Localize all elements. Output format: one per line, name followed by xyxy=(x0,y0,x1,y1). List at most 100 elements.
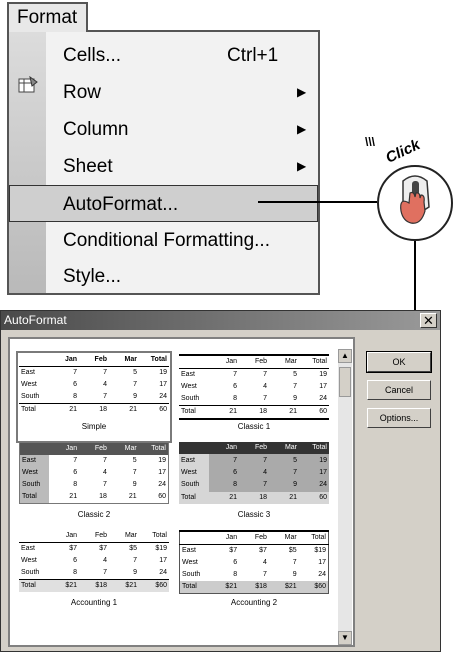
sample-cell: 5 xyxy=(133,369,137,376)
sample-cell: 9 xyxy=(292,571,297,578)
format-name: Accounting 2 xyxy=(230,598,278,607)
sample-cell: 4 xyxy=(239,466,269,480)
sample-row: Jan Feb Mar Total xyxy=(179,530,329,545)
sample-row: East $7 $7 $5 $19 xyxy=(180,545,329,558)
menu-format[interactable]: Format xyxy=(7,2,88,32)
sample-cell: Mar xyxy=(268,530,299,545)
menu-item-autoformat[interactable]: AutoFormat... xyxy=(9,185,318,222)
sample-row: East 7 7 5 19 xyxy=(179,369,329,382)
sample-cell: 21 xyxy=(49,403,79,416)
format-name: Accounting 1 xyxy=(70,598,118,607)
sample-row: West 6 4 7 17 xyxy=(179,466,329,480)
menu-item-row[interactable]: Row ▶ xyxy=(47,74,318,111)
cancel-button[interactable]: Cancel xyxy=(367,380,431,400)
sample-row: West 6 4 7 17 xyxy=(19,555,169,567)
menu-item-label: Cells... xyxy=(63,45,122,66)
sample-cell xyxy=(19,530,49,543)
sample-cell: Jan xyxy=(209,442,239,455)
menu-item-label: Sheet xyxy=(63,156,113,177)
sample-cell: Mar xyxy=(108,442,139,455)
format-option[interactable]: Jan Feb Mar Total East $7 $7 $5 $19 West 6 4 7 17 Sout… xyxy=(179,530,329,616)
gallery-scrollbar[interactable]: ▲ ▼ xyxy=(338,349,352,645)
sample-row: East 7 7 5 19 xyxy=(179,454,329,467)
sample-cell: $5 xyxy=(129,545,137,552)
sample-cell: 60 xyxy=(139,403,169,416)
sample-cell: 8 xyxy=(73,569,77,576)
sample-cell: $60 xyxy=(139,579,169,592)
sample-cell: Total xyxy=(179,405,209,420)
sample-cell: East xyxy=(19,455,50,467)
sample-cell: 7 xyxy=(103,369,107,376)
menu-icon-strip xyxy=(9,32,46,293)
menu-item-cells[interactable]: Cells... Ctrl+1 xyxy=(47,37,318,74)
menu-item-label: Conditional Formatting... xyxy=(63,230,270,251)
format-option[interactable]: Jan Feb Mar Total East 7 7 5 19 West 6 4 7 17 South 8 7 9… xyxy=(19,442,169,528)
format-name: Classic 3 xyxy=(237,510,271,519)
sample-cell: $18 xyxy=(79,579,109,592)
menu-item-label: Style... xyxy=(63,266,122,287)
sample-cell: 21 xyxy=(128,493,137,500)
scroll-thumb[interactable] xyxy=(339,367,351,397)
submenu-arrow-icon: ▶ xyxy=(297,122,307,136)
sample-cell: 24 xyxy=(318,571,326,578)
sample-cell: Total xyxy=(179,581,210,594)
options-button[interactable]: Options... xyxy=(367,408,431,428)
autoformat-dialog: AutoFormat ✕ ▲ ▼ Jan Feb Mar Total East 7 7 5 19… xyxy=(0,310,441,652)
sample-cell: 7 xyxy=(263,395,267,402)
sample-cell: 6 xyxy=(209,466,239,480)
format-sample-table: Jan Feb Mar Total East $7 $7 $5 $19 West 6 4 7 17 Sout… xyxy=(179,530,329,594)
format-option[interactable]: Jan Feb Mar Total East 7 7 5 19 West 6 4 7 17 South 8 7 9… xyxy=(16,351,172,443)
sample-cell: Jan xyxy=(209,354,239,369)
scroll-up-icon[interactable]: ▲ xyxy=(338,349,352,363)
sample-cell: 24 xyxy=(299,479,329,492)
sample-cell: 7 xyxy=(292,559,297,566)
sample-cell: 8 xyxy=(73,481,78,488)
sample-cell: 17 xyxy=(158,469,166,476)
format-menu: Cells... Ctrl+1 Row ▶ Column ▶ Sheet ▶ A… xyxy=(7,30,320,295)
close-button[interactable]: ✕ xyxy=(420,313,437,328)
menu-item-conditional-formatting[interactable]: Conditional Formatting... xyxy=(47,222,318,259)
sample-row: East 7 7 5 19 xyxy=(19,455,169,467)
sample-cell: 18 xyxy=(99,493,107,500)
menu-item-style[interactable]: Style... xyxy=(47,258,318,295)
dialog-titlebar[interactable]: AutoFormat ✕ xyxy=(1,311,440,330)
format-option[interactable]: Jan Feb Mar Total East 7 7 5 19 West 6 4 7 17 South 8 7 9… xyxy=(179,354,329,440)
sample-cell: Feb xyxy=(79,442,109,455)
sample-cell: 21 xyxy=(269,405,299,420)
format-option[interactable]: Jan Feb Mar Total East 7 7 5 19 West 6 4 7 17 South 8 7 9… xyxy=(179,442,329,528)
click-label: Click xyxy=(383,136,423,167)
sample-row: Total $21 $18 $21 $60 xyxy=(19,579,169,592)
format-option[interactable]: Jan Feb Mar Total East $7 $7 $5 $19 West 6 4 7 17 Sout… xyxy=(19,530,169,616)
menu-item-column[interactable]: Column ▶ xyxy=(47,111,318,148)
sample-cell: East xyxy=(182,547,197,554)
sample-cell: 4 xyxy=(263,383,267,390)
menu-item-sheet[interactable]: Sheet ▶ xyxy=(47,148,318,185)
sample-cell: Mar xyxy=(269,442,299,455)
sample-cell: Total xyxy=(138,442,169,455)
sample-cell: 19 xyxy=(299,454,329,467)
sample-cell: 17 xyxy=(159,381,167,388)
sample-cell: $21 xyxy=(209,581,240,594)
menu-item-label: Column xyxy=(63,119,129,140)
ok-button[interactable]: OK xyxy=(366,351,432,373)
sample-cell: 7 xyxy=(209,454,239,467)
sample-cell: 4 xyxy=(102,469,107,476)
sample-cell: Mar xyxy=(269,354,299,369)
click-callout xyxy=(377,165,453,241)
sample-cell: 8 xyxy=(233,571,238,578)
sample-cell: 60 xyxy=(299,405,329,420)
sample-cell: 8 xyxy=(233,395,237,402)
sample-cell: 60 xyxy=(299,491,329,504)
sample-row: South 8 7 9 24 xyxy=(19,567,169,580)
sample-cell: South xyxy=(19,479,50,491)
sample-cell: 4 xyxy=(262,559,267,566)
sample-cell: 17 xyxy=(319,383,327,390)
sample-cell: 21 xyxy=(209,491,239,504)
sample-cell: 6 xyxy=(73,381,77,388)
sample-cell: 9 xyxy=(269,479,299,492)
sample-cell: 9 xyxy=(132,481,137,488)
sample-cell: West xyxy=(19,467,50,479)
scroll-down-icon[interactable]: ▼ xyxy=(338,631,352,645)
menu-item-label: Row xyxy=(63,82,102,103)
sample-row: East 7 7 5 19 xyxy=(19,367,169,380)
